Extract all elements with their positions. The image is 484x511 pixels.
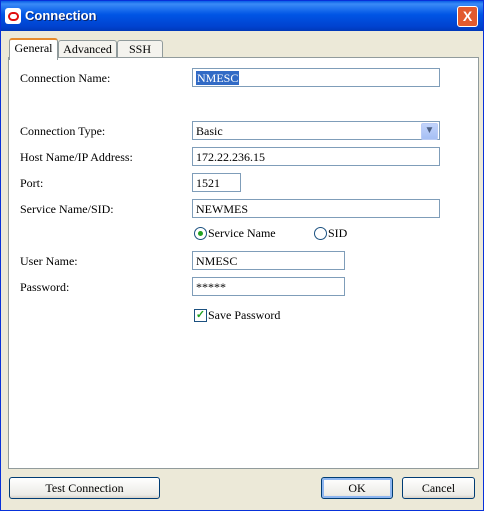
- connection-name-value: NMESC: [196, 71, 240, 85]
- oracle-app-icon: [5, 8, 21, 24]
- radio-service-name-label[interactable]: Service Name: [208, 226, 276, 241]
- title-bar[interactable]: Connection X: [1, 1, 483, 31]
- ok-button[interactable]: OK: [321, 477, 393, 499]
- radio-sid[interactable]: [314, 227, 327, 240]
- chevron-down-icon[interactable]: ▼: [421, 123, 438, 140]
- tab-ssh[interactable]: SSH: [117, 40, 163, 58]
- password-field[interactable]: *****: [192, 277, 345, 296]
- test-connection-button[interactable]: Test Connection: [9, 477, 160, 499]
- connection-dialog: Connection X General Advanced SSH Connec…: [0, 0, 484, 511]
- password-label: Password:: [20, 280, 70, 294]
- tab-general[interactable]: General: [9, 38, 58, 60]
- tab-advanced[interactable]: Advanced: [58, 40, 117, 58]
- general-panel: Connection Name: NMESC Connection Type: …: [8, 57, 479, 469]
- port-label: Port:: [20, 176, 44, 190]
- port-field[interactable]: 1521: [192, 173, 241, 192]
- service-field[interactable]: NEWMES: [192, 199, 440, 218]
- cancel-button[interactable]: Cancel: [402, 477, 475, 499]
- window-title: Connection: [25, 8, 97, 23]
- connection-type-label: Connection Type:: [20, 124, 106, 138]
- host-label: Host Name/IP Address:: [20, 150, 133, 164]
- save-password-label[interactable]: Save Password: [208, 308, 280, 323]
- connection-name-field[interactable]: NMESC: [192, 68, 440, 87]
- connection-type-select[interactable]: Basic ▼: [192, 121, 440, 140]
- close-button[interactable]: X: [457, 6, 478, 27]
- radio-service-name[interactable]: [194, 227, 207, 240]
- connection-name-label: Connection Name:: [20, 71, 111, 85]
- user-field[interactable]: NMESC: [192, 251, 345, 270]
- connection-type-value: Basic: [196, 124, 223, 138]
- save-password-checkbox[interactable]: ✓: [194, 309, 207, 322]
- radio-sid-label[interactable]: SID: [328, 226, 347, 241]
- user-label: User Name:: [20, 254, 78, 268]
- host-field[interactable]: 172.22.236.15: [192, 147, 440, 166]
- close-icon: X: [462, 8, 473, 24]
- service-label: Service Name/SID:: [20, 202, 114, 216]
